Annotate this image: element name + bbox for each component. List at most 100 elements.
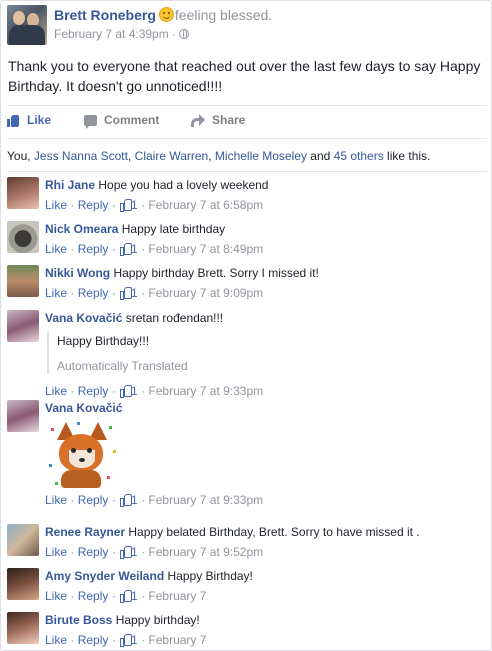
comment-text: Happy belated Birthday, Brett. Sorry to … (128, 525, 420, 539)
comment-reply-link[interactable]: Reply (78, 198, 109, 212)
commenter-name[interactable]: Vana Kovačić (45, 311, 122, 325)
comment-time[interactable]: February 7 (148, 589, 206, 603)
comment-icon (84, 114, 97, 129)
comment-like-link[interactable]: Like (45, 633, 67, 647)
comment-reply-link[interactable]: Reply (78, 242, 109, 256)
author-avatar[interactable] (7, 5, 47, 45)
like-button[interactable]: Like (7, 113, 51, 127)
commenter-name[interactable]: Nikki Wong (45, 266, 110, 280)
comment-reply-link[interactable]: Reply (78, 493, 109, 507)
thumbs-up-icon (120, 243, 133, 256)
thumbs-up-icon (120, 287, 133, 300)
smiley-icon (158, 7, 174, 22)
commenter-avatar[interactable] (7, 568, 39, 600)
comment-reply-link[interactable]: Reply (78, 633, 109, 647)
commenter-name[interactable]: Nick Omeara (45, 222, 118, 236)
comment-like-link[interactable]: Like (45, 545, 67, 559)
fox-sticker[interactable] (47, 420, 119, 490)
like-count[interactable]: 1 (131, 633, 138, 647)
comment-reply-link[interactable]: Reply (78, 384, 109, 398)
meta-sep: · (108, 633, 120, 647)
translation-block: Happy Birthday!!! Automatically Translat… (47, 332, 485, 374)
like-count[interactable]: 1 (131, 493, 138, 507)
meta-sep: · (108, 493, 120, 507)
commenter-name[interactable]: Renee Rayner (45, 525, 125, 539)
meta-sep: · (67, 545, 78, 559)
comment-like-link[interactable]: Like (45, 198, 67, 212)
like-count[interactable]: 1 (131, 384, 138, 398)
author-line: Brett Roneberg feeling blessed. (54, 7, 272, 23)
likes-sep: , (127, 149, 135, 163)
comment-meta: Like · Reply · 1 · February 7 at 8:49pm (45, 241, 485, 257)
meta-sep: · (137, 493, 149, 507)
comment-reply-link[interactable]: Reply (78, 286, 109, 300)
meta-separator: · (172, 27, 177, 41)
globe-icon[interactable] (179, 29, 190, 39)
comment-reply-link[interactable]: Reply (78, 545, 109, 559)
commenter-avatar[interactable] (7, 265, 39, 297)
post-actions: Like Comment Share (7, 109, 487, 135)
meta-sep: · (137, 545, 149, 559)
like-count[interactable]: 1 (131, 589, 138, 603)
divider (7, 171, 487, 172)
meta-sep: · (137, 589, 149, 603)
comment-like-link[interactable]: Like (45, 589, 67, 603)
translated-text: Happy Birthday!!! (57, 334, 150, 348)
likes-and: and (306, 149, 334, 163)
comment-time[interactable]: February 7 at 9:52pm (148, 545, 263, 559)
comment-text: Happy birthday! (115, 613, 200, 627)
commenter-avatar[interactable] (7, 612, 39, 644)
meta-sep: · (67, 242, 78, 256)
meta-sep: · (67, 589, 78, 603)
like-label: Like (27, 113, 52, 127)
commenter-avatar[interactable] (7, 310, 39, 342)
commenter-name[interactable]: Vana Kovačić (45, 401, 122, 415)
comment-time[interactable]: February 7 at 9:33pm (148, 384, 263, 398)
meta-sep: · (67, 633, 78, 647)
commenter-name[interactable]: Amy Snyder Weiland (45, 569, 164, 583)
comment-reply-link[interactable]: Reply (78, 589, 109, 603)
comment-time[interactable]: February 7 (148, 633, 206, 647)
thumbs-up-icon (120, 546, 133, 559)
like-count[interactable]: 1 (131, 286, 138, 300)
comment-text: Happy birthday Brett. Sorry I missed it! (113, 266, 319, 280)
comment-like-link[interactable]: Like (45, 286, 67, 300)
liker-link[interactable]: Jess Nanna Scott (34, 149, 128, 163)
meta-sep: · (137, 198, 149, 212)
share-button[interactable]: Share (191, 113, 245, 127)
commenter-avatar[interactable] (7, 177, 39, 209)
comment-meta: Like · Reply · 1 · February 7 (45, 632, 485, 648)
comment-meta: Like · Reply · 1 · February 7 at 9:33pm (45, 383, 485, 399)
comment-time[interactable]: February 7 at 9:33pm (148, 493, 263, 507)
comment-time[interactable]: February 7 at 9:09pm (148, 286, 263, 300)
thumbs-up-icon (120, 634, 133, 647)
commenter-avatar[interactable] (7, 400, 39, 432)
thumbs-up-icon (120, 385, 133, 398)
like-count[interactable]: 1 (131, 545, 138, 559)
commenter-name[interactable]: Rhi Jane (45, 178, 95, 192)
commenter-avatar[interactable] (7, 221, 39, 253)
meta-sep: · (67, 198, 78, 212)
comment-like-link[interactable]: Like (45, 384, 67, 398)
comment-meta: Like · Reply · 1 · February 7 at 9:33pm (45, 492, 485, 508)
comment-time[interactable]: February 7 at 8:49pm (148, 242, 263, 256)
liker-link[interactable]: Claire Warren (135, 149, 209, 163)
likes-prefix: You, (7, 149, 34, 163)
translation-label[interactable]: Automatically Translated (57, 358, 485, 374)
commenter-avatar[interactable] (7, 524, 39, 556)
comment-meta: Like · Reply · 1 · February 7 at 9:09pm (45, 285, 485, 301)
commenter-name[interactable]: Birute Boss (45, 613, 112, 627)
comment-button[interactable]: Comment (84, 113, 492, 129)
comment-like-link[interactable]: Like (45, 493, 67, 507)
like-count[interactable]: 1 (131, 198, 138, 212)
comment-time[interactable]: February 7 at 6:58pm (148, 198, 263, 212)
meta-sep: · (137, 286, 149, 300)
comment-like-link[interactable]: Like (45, 242, 67, 256)
post-timestamp[interactable]: February 7 at 4:39pm (54, 27, 169, 41)
others-link[interactable]: 45 others (334, 149, 384, 163)
share-icon (191, 114, 205, 127)
liker-link[interactable]: Michelle Moseley (215, 149, 307, 163)
author-name[interactable]: Brett Roneberg (54, 7, 156, 23)
meta-sep: · (108, 242, 120, 256)
like-count[interactable]: 1 (131, 242, 138, 256)
